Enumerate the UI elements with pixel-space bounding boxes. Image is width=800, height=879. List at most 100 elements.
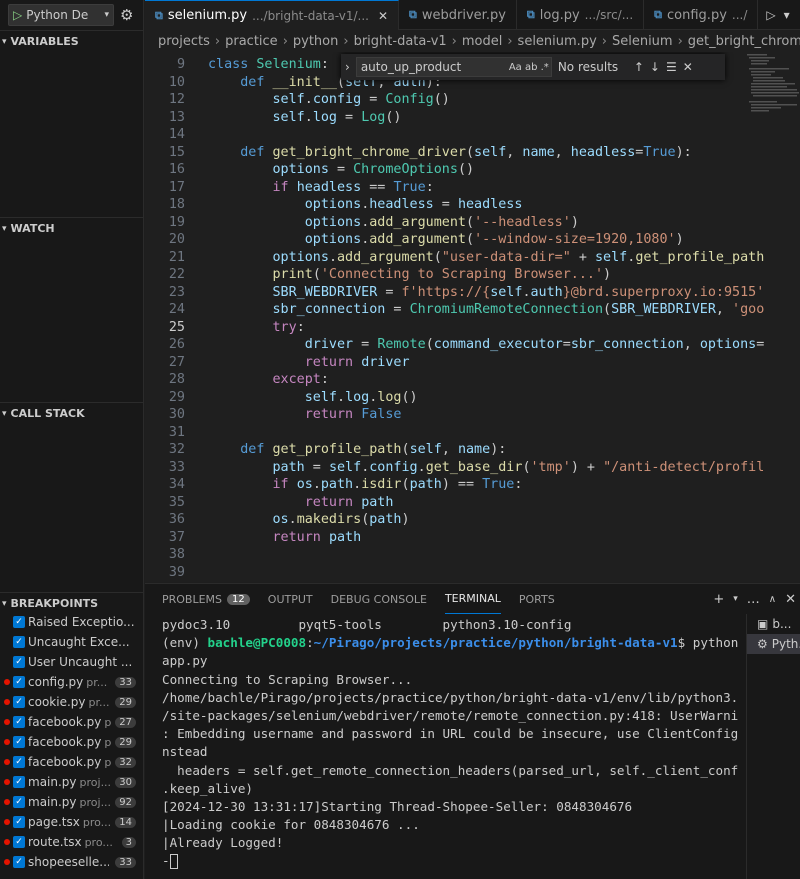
- chevron-right-icon[interactable]: ›: [345, 60, 350, 74]
- code-line[interactable]: 30 return False: [145, 406, 745, 424]
- breakpoint-item[interactable]: ✓ route.tsx pro... 3: [0, 832, 143, 852]
- checkbox-checked-icon[interactable]: ✓: [13, 856, 25, 868]
- checkbox-checked-icon[interactable]: ✓: [13, 796, 25, 808]
- code-line[interactable]: 19 options.add_argument('--headless'): [145, 214, 745, 232]
- breakpoint-item[interactable]: ✓facebook.pyp...29: [0, 732, 143, 752]
- panel-tab-problems[interactable]: PROBLEMS 12: [162, 584, 250, 614]
- close-icon[interactable]: ✕: [785, 592, 796, 607]
- breakpoint-item[interactable]: ✓ Raised Exceptio...: [0, 612, 143, 632]
- panel-tab-ports[interactable]: PORTS: [519, 584, 555, 614]
- code-line[interactable]: 39: [145, 564, 745, 582]
- breadcrumb-item[interactable]: selenium.py: [518, 34, 597, 49]
- terminal-instance[interactable]: ⚙Pyth...: [747, 634, 800, 654]
- breadcrumb-item[interactable]: bright-data-v1: [354, 34, 447, 49]
- code-line[interactable]: 24 sbr_connection = ChromiumRemoteConnec…: [145, 301, 764, 319]
- variables-section-header[interactable]: ▾ VARIABLES: [0, 30, 143, 52]
- find-options[interactable]: Aa ab .*: [509, 62, 551, 73]
- breakpoint-name: User Uncaught ...: [28, 655, 133, 669]
- code-line[interactable]: 38: [145, 546, 745, 564]
- run-config-select[interactable]: ▷ Python De ▾: [8, 4, 114, 26]
- chevron-down-icon[interactable]: ▾: [733, 594, 738, 604]
- code-line[interactable]: 12 self.config = Config(): [145, 91, 745, 109]
- breakpoint-item[interactable]: ✓ shopeeselle... 33: [0, 852, 143, 872]
- find-input[interactable]: auto_up_product Aa ab .*: [355, 57, 552, 77]
- breadcrumb-item[interactable]: python: [293, 34, 338, 49]
- breakpoint-item[interactable]: ✓ main.py proj... 30: [0, 772, 143, 792]
- code-line[interactable]: 17 if headless == True:: [145, 179, 745, 197]
- terminal-output[interactable]: pydoc3.10 pyqt5-tools python3.10-config (…: [162, 616, 738, 878]
- tab-log-py[interactable]: ⧉ log.py .../src/...: [517, 0, 645, 30]
- code-line[interactable]: 16 options = ChromeOptions(): [145, 161, 745, 179]
- code-line[interactable]: 20 options.add_argument('--window-size=1…: [145, 231, 745, 249]
- gear-icon[interactable]: ⚙: [120, 6, 133, 24]
- code-line[interactable]: 31: [145, 424, 745, 442]
- checkbox-checked-icon[interactable]: ✓: [13, 616, 25, 628]
- code-line[interactable]: 25 try:: [145, 319, 745, 337]
- arrow-down-icon[interactable]: ↓: [650, 60, 660, 74]
- code-line[interactable]: 27 return driver: [145, 354, 745, 372]
- breakpoint-item[interactable]: ✓facebook.pyp...27: [0, 712, 143, 732]
- checkbox-checked-icon[interactable]: ✓: [13, 656, 25, 668]
- close-icon[interactable]: ✕: [683, 60, 693, 74]
- checkbox-checked-icon[interactable]: ✓: [13, 636, 25, 648]
- more-actions-icon[interactable]: …: [747, 592, 760, 607]
- breakpoint-item[interactable]: ✓ cookie.py pr... 29: [0, 692, 143, 712]
- minimap[interactable]: [745, 52, 800, 132]
- tab-selenium-py[interactable]: ⧉ selenium.py .../bright-data-v1/... ✕: [145, 0, 400, 30]
- code-line[interactable]: 18 options.headless = headless: [145, 196, 745, 214]
- find-in-selection-icon[interactable]: ☰: [666, 60, 677, 74]
- code-line[interactable]: 32 def get_profile_path(self, name):: [145, 441, 745, 459]
- breadcrumb-item[interactable]: practice: [225, 34, 278, 49]
- maximize-icon[interactable]: ∧: [769, 594, 776, 605]
- breadcrumb-item[interactable]: model: [462, 34, 502, 49]
- checkbox-checked-icon[interactable]: ✓: [13, 816, 25, 828]
- checkbox-checked-icon[interactable]: ✓: [13, 676, 25, 688]
- code-line[interactable]: 23 SBR_WEBDRIVER = f'https://{self.auth}…: [145, 284, 764, 302]
- code-line[interactable]: 13 self.log = Log(): [145, 109, 745, 127]
- code-line[interactable]: 36 os.makedirs(path): [145, 511, 745, 529]
- checkbox-checked-icon[interactable]: ✓: [13, 736, 25, 748]
- code-line[interactable]: 21 options.add_argument("user-data-dir="…: [145, 249, 764, 267]
- code-line[interactable]: 29 self.log.log(): [145, 389, 745, 407]
- watch-section-header[interactable]: ▾ WATCH: [0, 217, 143, 239]
- arrow-up-icon[interactable]: ↑: [634, 60, 644, 74]
- panel-tab-debug-console[interactable]: DEBUG CONSOLE: [331, 584, 427, 614]
- tab-webdriver-py[interactable]: ⧉ webdriver.py: [399, 0, 517, 30]
- new-terminal-icon[interactable]: +: [713, 592, 724, 607]
- chevron-down-icon[interactable]: ▾: [784, 8, 790, 22]
- code-line[interactable]: 14: [145, 126, 745, 144]
- checkbox-checked-icon[interactable]: ✓: [13, 776, 25, 788]
- breakpoint-item[interactable]: ✓ config.py pr... 33: [0, 672, 143, 692]
- breadcrumb-item[interactable]: Selenium: [612, 34, 673, 49]
- run-icon[interactable]: ▷: [766, 8, 775, 22]
- close-icon[interactable]: ✕: [378, 9, 388, 23]
- start-debugging-icon[interactable]: ▷: [13, 8, 22, 22]
- breakpoint-item[interactable]: ✓facebook.pyp...32: [0, 752, 143, 772]
- breadcrumb-item[interactable]: get_bright_chrome_dr: [688, 34, 800, 49]
- code-editor[interactable]: 9 class Selenium: 10 def __init__(self, au…: [145, 52, 800, 582]
- breadcrumb-item[interactable]: projects: [158, 34, 210, 49]
- call-stack-section-header[interactable]: ▾ CALL STACK: [0, 402, 143, 424]
- code-line[interactable]: 22 print('Connecting to Scraping Browser…: [145, 266, 745, 284]
- panel-tab-output[interactable]: OUTPUT: [268, 584, 313, 614]
- terminal-instance[interactable]: ▣ b...: [747, 614, 800, 634]
- code-line[interactable]: 15 def get_bright_chrome_driver(self, na…: [145, 144, 745, 162]
- breakpoint-item[interactable]: ✓ User Uncaught ...: [0, 652, 143, 672]
- checkbox-checked-icon[interactable]: ✓: [13, 716, 25, 728]
- tab-config-py[interactable]: ⧉ config.py .../: [644, 0, 759, 30]
- checkbox-checked-icon[interactable]: ✓: [13, 756, 25, 768]
- breakpoint-path: p...: [104, 715, 112, 729]
- code-line[interactable]: 26 driver = Remote(command_executor=sbr_…: [145, 336, 764, 354]
- checkbox-checked-icon[interactable]: ✓: [13, 696, 25, 708]
- code-line[interactable]: 34 if os.path.isdir(path) == True:: [145, 476, 745, 494]
- breakpoints-section-header[interactable]: ▾ BREAKPOINTS: [0, 592, 143, 614]
- code-line[interactable]: 35 return path: [145, 494, 745, 512]
- code-line[interactable]: 28 except:: [145, 371, 745, 389]
- breakpoint-item[interactable]: ✓ main.py proj... 92: [0, 792, 143, 812]
- breakpoint-item[interactable]: ✓ Uncaught Exce...: [0, 632, 143, 652]
- panel-tab-terminal[interactable]: TERMINAL: [444, 584, 501, 614]
- code-line[interactable]: 37 return path: [145, 529, 745, 547]
- code-line[interactable]: 33 path = self.config.get_base_dir('tmp'…: [145, 459, 764, 477]
- breakpoint-item[interactable]: ✓ page.tsx pro... 14: [0, 812, 143, 832]
- checkbox-checked-icon[interactable]: ✓: [13, 836, 25, 848]
